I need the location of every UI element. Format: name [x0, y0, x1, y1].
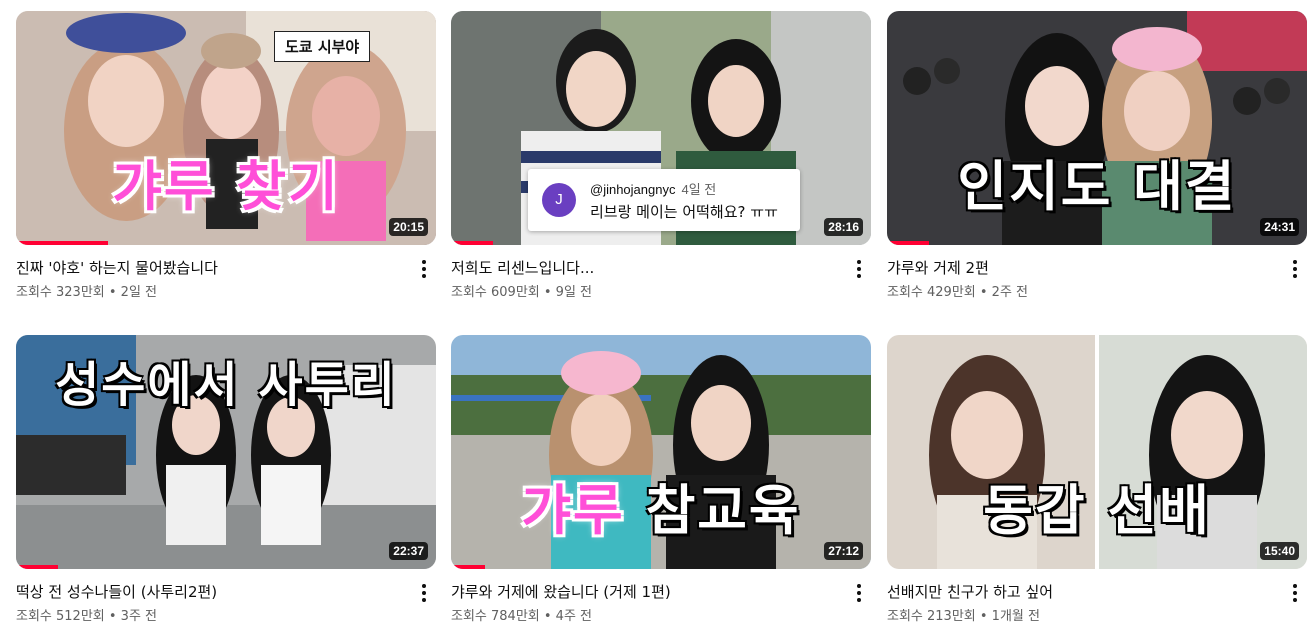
more-options-icon[interactable] — [412, 257, 436, 281]
location-tag: 도쿄 시부야 — [274, 31, 371, 62]
duration-badge: 27:12 — [824, 542, 863, 560]
thumbnail-overlay-text: 동갑 선배 — [983, 479, 1211, 542]
comment-text: 리브랑 메이는 어떡해요? ㅠㅠ — [590, 203, 778, 221]
more-options-icon[interactable] — [1283, 257, 1307, 281]
comment-time: 4일 전 — [681, 182, 717, 197]
more-options-icon[interactable] — [847, 581, 871, 605]
video-thumbnail[interactable]: J @jinhojangnyc 4일 전 리브랑 메이는 어떡해요? ㅠㅠ 28:… — [451, 11, 871, 245]
video-card-1[interactable]: 도쿄 시부야 갸루 찾기 20:15 진짜 '야호' 하는지 물어봤습니다 조회… — [16, 11, 436, 313]
avatar: J — [542, 183, 576, 217]
video-stats: 조회수 429만회 • 2주 전 — [887, 285, 1029, 300]
thumbnail-overlay-text: 성수에서 사투리 — [55, 357, 397, 413]
video-stats: 조회수 213만회 • 1개월 전 — [887, 609, 1040, 624]
duration-badge: 28:16 — [824, 218, 863, 236]
video-card-5[interactable]: 갸루 참교육 27:12 갸루와 거제에 왔습니다 (거제 1편) 조회수 78… — [451, 335, 871, 632]
video-thumbnail[interactable]: 성수에서 사투리 22:37 — [16, 335, 436, 569]
watch-progress-bar — [16, 241, 109, 245]
video-stats: 조회수 323만회 • 2일 전 — [16, 285, 158, 300]
thumbnail-overlay-text: 갸루 찾기 — [112, 155, 340, 218]
video-card-2[interactable]: J @jinhojangnyc 4일 전 리브랑 메이는 어떡해요? ㅠㅠ 28:… — [451, 11, 871, 313]
video-stats: 조회수 609만회 • 9일 전 — [451, 285, 593, 300]
more-options-icon[interactable] — [847, 257, 871, 281]
thumbnail-overlay-text-white: 참교육 — [645, 479, 801, 542]
video-title[interactable]: 갸루와 거제에 왔습니다 (거제 1편) — [451, 581, 871, 603]
thumbnail-overlay-text-pink: 갸루 — [521, 479, 625, 542]
video-title[interactable]: 진짜 '야호' 하는지 물어봤습니다 — [16, 257, 436, 279]
video-thumbnail[interactable]: 인지도 대결 24:31 — [887, 11, 1307, 245]
duration-badge: 15:40 — [1260, 542, 1299, 560]
video-card-4[interactable]: 성수에서 사투리 22:37 떡상 전 성수나들이 (사투리2편) 조회수 51… — [16, 335, 436, 632]
duration-badge: 20:15 — [389, 218, 428, 236]
video-thumbnail[interactable]: 동갑 선배 15:40 — [887, 335, 1307, 569]
comment-card: J @jinhojangnyc 4일 전 리브랑 메이는 어떡해요? ㅠㅠ — [528, 169, 800, 231]
video-stats: 조회수 512만회 • 3주 전 — [16, 609, 158, 624]
thumbnail-overlay: 갸루 참교육 — [451, 466, 871, 545]
video-thumbnail[interactable]: 도쿄 시부야 갸루 찾기 20:15 — [16, 11, 436, 245]
watch-progress-bar — [16, 565, 58, 569]
comment-handle-text: @jinhojangnyc — [590, 182, 676, 197]
video-card-3[interactable]: 인지도 대결 24:31 갸루와 거제 2편 조회수 429만회 • 2주 전 — [887, 11, 1307, 313]
watch-progress-bar — [451, 565, 485, 569]
more-options-icon[interactable] — [412, 581, 436, 605]
video-title[interactable]: 갸루와 거제 2편 — [887, 257, 1307, 279]
video-thumbnail[interactable]: 갸루 참교육 27:12 — [451, 335, 871, 569]
thumbnail-overlay-text: 인지도 대결 — [957, 155, 1237, 218]
video-card-6[interactable]: 동갑 선배 15:40 선배지만 친구가 하고 싶어 조회수 213만회 • 1… — [887, 335, 1307, 632]
duration-badge: 24:31 — [1260, 218, 1299, 236]
watch-progress-bar — [887, 241, 929, 245]
video-title[interactable]: 떡상 전 성수나들이 (사투리2편) — [16, 581, 436, 603]
comment-handle: @jinhojangnyc 4일 전 — [590, 179, 716, 198]
video-title[interactable]: 저희도 리센느입니다... — [451, 257, 871, 279]
watch-progress-bar — [451, 241, 493, 245]
video-stats: 조회수 784만회 • 4주 전 — [451, 609, 593, 624]
video-title[interactable]: 선배지만 친구가 하고 싶어 — [887, 581, 1307, 603]
more-options-icon[interactable] — [1283, 581, 1307, 605]
duration-badge: 22:37 — [389, 542, 428, 560]
